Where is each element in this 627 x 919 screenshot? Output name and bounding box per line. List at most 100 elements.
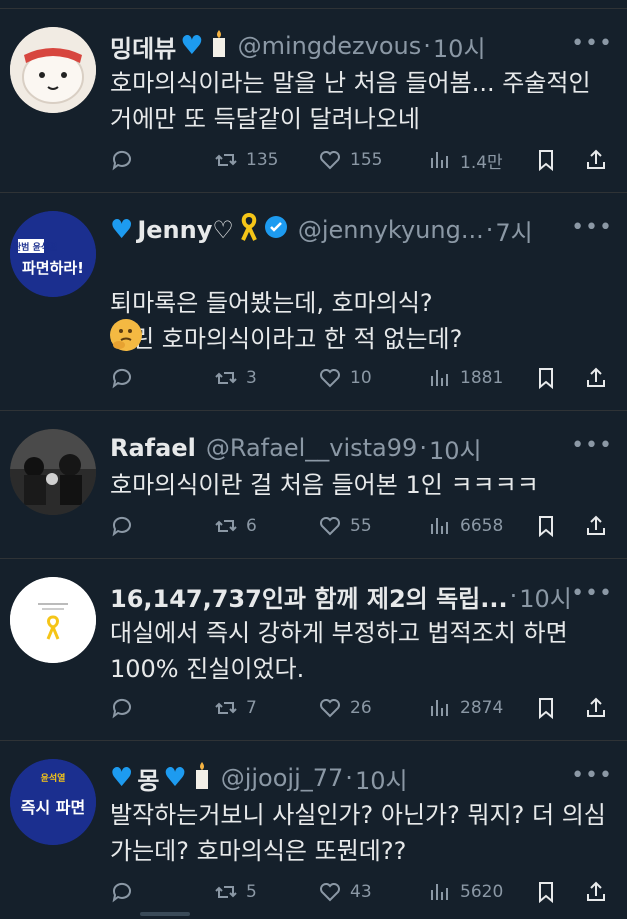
timestamp[interactable]: 10시 — [429, 431, 482, 466]
views-button[interactable]: 1.4만 — [428, 145, 503, 175]
views-button[interactable]: 2874 — [428, 693, 503, 723]
handle[interactable]: @mingdezvous — [238, 32, 422, 60]
share-icon — [587, 697, 605, 717]
reply-icon — [112, 368, 131, 389]
blue-heart-icon: ♥ — [180, 31, 204, 61]
more-options-icon[interactable]: ••• — [571, 581, 613, 606]
display-name[interactable]: 밍데뷰 ♥ — [110, 29, 228, 64]
share-button[interactable] — [584, 511, 608, 541]
more-options-icon[interactable]: ••• — [571, 763, 613, 788]
tweet-text: 호마의식이란 걸 처음 들어본 1인 ㅋㅋㅋㅋ — [110, 471, 539, 499]
views-button[interactable]: 6658 — [428, 511, 503, 541]
avatar-text-top: 내란범 윤석열 — [10, 241, 57, 253]
tweet-header: ♥ Jenny♡ @jennykyung... · 7시 — [110, 211, 615, 249]
tweet[interactable]: 윤석열 즉시 파면 ♥ 몽 ♥ @jjoojj_77 · 10시 ••• 발작하는거… — [0, 740, 627, 919]
separator-dot: · — [423, 32, 431, 60]
protest-sign-avatar: 내란범 윤석열 파면하라! — [10, 211, 96, 297]
timestamp[interactable]: 10시 — [519, 579, 572, 614]
tweet-actions: 135 155 1.4만 — [110, 145, 615, 175]
views-icon — [431, 700, 448, 716]
tweet[interactable]: Rafael @Rafael__vista99 · 10시 ••• 호마의식이란… — [0, 410, 627, 558]
blue-heart-icon: ♥ — [110, 763, 134, 793]
display-name[interactable]: 16,147,737인과 함께 제2의 독립... — [110, 579, 508, 614]
like-button[interactable]: 43 — [318, 877, 372, 907]
avatar[interactable] — [10, 429, 96, 515]
share-button[interactable] — [584, 145, 608, 175]
reply-button[interactable] — [110, 145, 142, 175]
share-button[interactable] — [584, 363, 608, 393]
tweet-header: 16,147,737인과 함께 제2의 독립... · 10시 — [110, 577, 615, 615]
retweet-icon — [215, 702, 237, 714]
bookmark-button[interactable] — [534, 363, 558, 393]
more-options-icon[interactable]: ••• — [571, 31, 613, 56]
tweet[interactable]: 밍데뷰 ♥ @mingdezvous · 10시 ••• 호마의식이라는 말을 난… — [0, 8, 627, 192]
retweet-button[interactable]: 7 — [214, 693, 257, 723]
timestamp[interactable]: 10시 — [433, 29, 486, 64]
verified-badge-icon — [264, 215, 288, 245]
bookmark-icon — [539, 150, 553, 172]
bookmark-button[interactable] — [534, 511, 558, 541]
like-button[interactable]: 155 — [318, 145, 382, 175]
reply-icon — [112, 516, 131, 537]
tweet-actions: 3 10 1881 — [110, 363, 615, 393]
reply-button[interactable] — [110, 511, 142, 541]
timestamp[interactable]: 10시 — [355, 761, 408, 796]
timestamp[interactable]: 7시 — [495, 213, 532, 248]
candle-icon — [193, 761, 211, 795]
reply-button[interactable] — [110, 363, 142, 393]
retweet-button[interactable]: 3 — [214, 363, 257, 393]
yellow-ribbon-avatar — [10, 577, 96, 663]
views-button[interactable]: 5620 — [428, 877, 503, 907]
bookmark-icon — [539, 698, 553, 720]
bookmark-button[interactable] — [534, 145, 558, 175]
avatar[interactable]: 내란범 윤석열 파면하라! — [10, 211, 96, 297]
heart-icon — [320, 883, 340, 902]
more-options-icon[interactable]: ••• — [571, 215, 613, 240]
scroll-indicator[interactable] — [140, 912, 190, 916]
share-icon — [587, 515, 605, 535]
avatar[interactable] — [10, 27, 96, 113]
tweet[interactable]: 16,147,737인과 함께 제2의 독립... · 10시 ••• 대실에서… — [0, 558, 627, 740]
like-button[interactable]: 55 — [318, 511, 372, 541]
share-button[interactable] — [584, 877, 608, 907]
separator-dot: · — [345, 764, 353, 792]
retweet-icon — [215, 372, 237, 384]
like-button[interactable]: 10 — [318, 363, 372, 393]
tweet-actions: 7 26 2874 — [110, 693, 615, 723]
share-button[interactable] — [584, 693, 608, 723]
retweet-icon — [215, 520, 237, 532]
avatar[interactable] — [10, 577, 96, 663]
heart-icon — [320, 699, 340, 718]
tweet-header: Rafael @Rafael__vista99 · 10시 — [110, 429, 615, 467]
reply-button[interactable] — [110, 877, 142, 907]
reply-icon — [112, 698, 131, 719]
handle[interactable]: @Rafael__vista99 — [206, 434, 417, 462]
handle[interactable]: @jennykyung... — [298, 216, 484, 244]
more-options-icon[interactable]: ••• — [571, 433, 613, 458]
handle[interactable]: @jjoojj_77 — [221, 764, 344, 792]
tweet-text: 퇴마록은 들어봤는데, 호마의식? 우린 호마의식이라고 한 적 없는데? — [110, 289, 463, 353]
reply-button[interactable] — [110, 693, 142, 723]
separator-dot: · — [419, 434, 427, 462]
views-button[interactable]: 1881 — [428, 363, 503, 393]
retweet-button[interactable]: 135 — [214, 145, 278, 175]
display-name[interactable]: ♥ Jenny♡ — [110, 212, 288, 247]
retweet-button[interactable]: 6 — [214, 511, 257, 541]
reply-icon — [112, 882, 131, 903]
blue-heart-icon: ♥ — [110, 215, 134, 245]
display-name[interactable]: ♥ 몽 ♥ — [110, 761, 211, 796]
retweet-button[interactable]: 5 — [214, 877, 257, 907]
like-button[interactable]: 26 — [318, 693, 372, 723]
candle-icon — [210, 29, 228, 63]
avatar-text-bottom: 즉시 파면 — [21, 798, 85, 817]
avatar-text-top: 윤석열 — [41, 772, 66, 784]
display-name[interactable]: Rafael — [110, 434, 196, 462]
avatar[interactable]: 윤석열 즉시 파면 — [10, 759, 96, 845]
tweet-header: ♥ 몽 ♥ @jjoojj_77 · 10시 — [110, 759, 615, 797]
tweet[interactable]: 내란범 윤석열 파면하라! ♥Jenny♡ @jennykyung... · 7… — [0, 192, 627, 410]
bookmark-button[interactable] — [534, 693, 558, 723]
tweet-header: 밍데뷰 ♥ @mingdezvous · 10시 — [110, 27, 615, 65]
retweet-icon — [215, 154, 237, 166]
views-icon — [431, 518, 448, 534]
bookmark-button[interactable] — [534, 877, 558, 907]
